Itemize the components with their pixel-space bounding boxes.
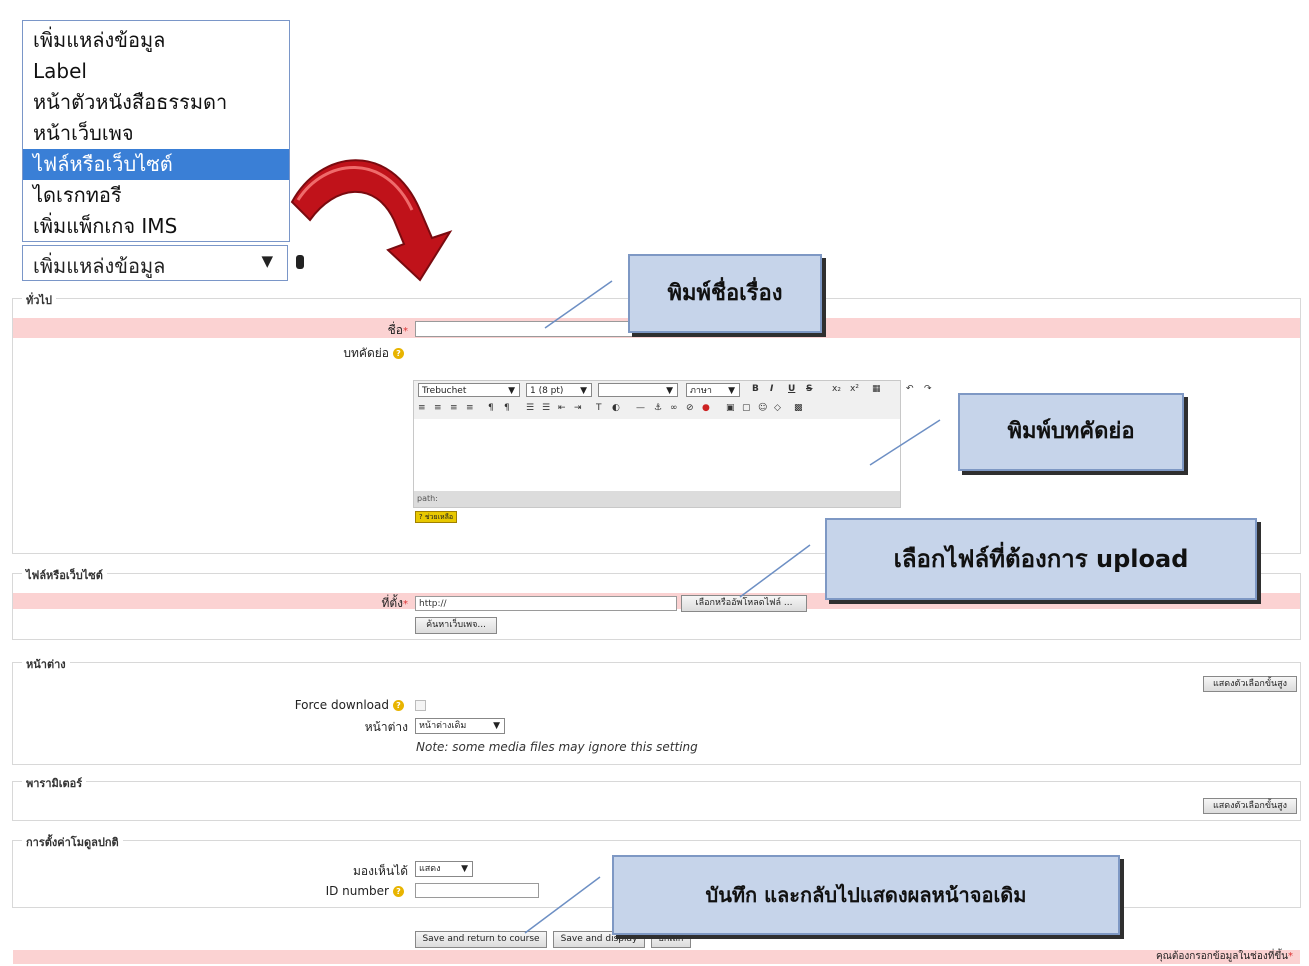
callout-choose-upload: เลือกไฟล์ที่ต้องการ upload	[825, 518, 1257, 600]
callout-save-return: บันทึก และกลับไปแสดงผลหน้าจอเดิม	[612, 855, 1120, 935]
callout-type-title: พิมพ์ชื่อเรื่อง	[628, 254, 822, 333]
callout-type-summary: พิมพ์บทคัดย่อ	[958, 393, 1184, 471]
connector-lines	[524, 280, 941, 934]
